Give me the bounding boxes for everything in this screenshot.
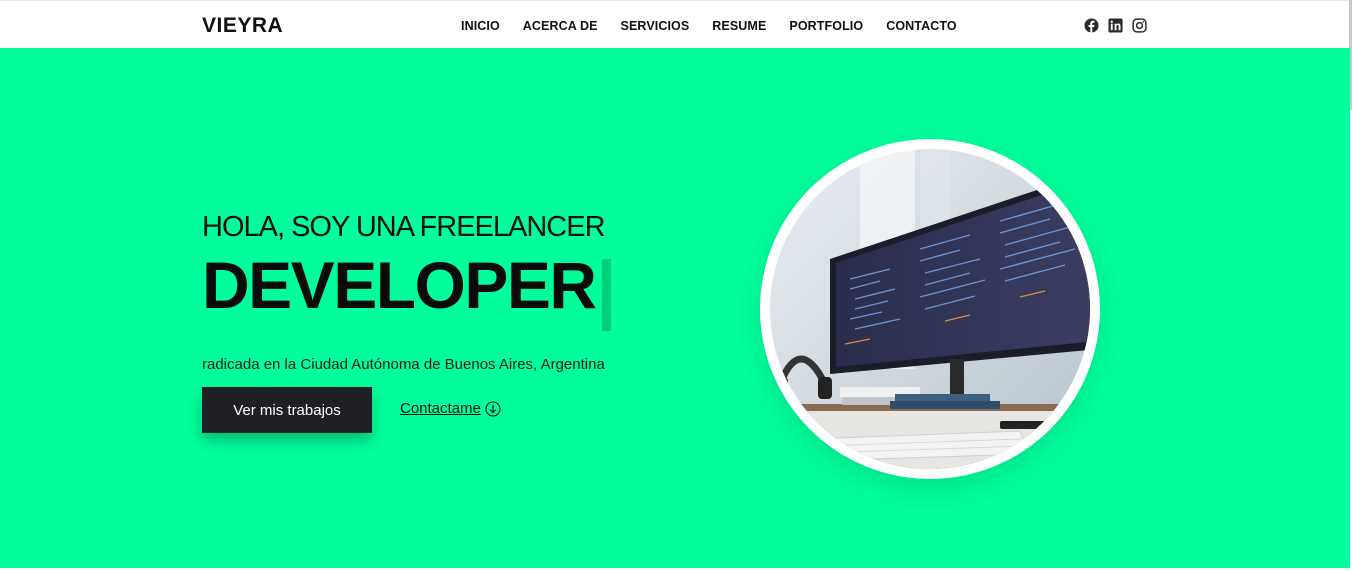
hero-subtitle: radicada en la Ciudad Autónoma de Buenos… — [202, 356, 605, 373]
nav-link-contacto[interactable]: CONTACTO — [886, 19, 956, 33]
hero-title: DEVELOPER — [202, 248, 597, 322]
facebook-icon[interactable] — [1084, 18, 1099, 33]
brand-logo[interactable]: VIEYRA — [202, 14, 283, 38]
nav-link-resume[interactable]: RESUME — [712, 19, 766, 33]
navbar: VIEYRA INICIO ACERCA DE SERVICIOS RESUME… — [0, 0, 1352, 48]
hero-section: HOLA, SOY UNA FREELANCER DEVELOPER radic… — [0, 48, 1350, 568]
profile-photo-frame — [760, 139, 1100, 479]
view-work-button[interactable]: Ver mis trabajos — [202, 387, 372, 433]
nav-link-portfolio[interactable]: PORTFOLIO — [789, 19, 863, 33]
nav-link-servicios[interactable]: SERVICIOS — [621, 19, 690, 33]
hero-eyebrow: HOLA, SOY UNA FREELANCER — [202, 211, 606, 243]
nav-link-inicio[interactable]: INICIO — [461, 19, 500, 33]
nav-link-acerca-de[interactable]: ACERCA DE — [523, 19, 598, 33]
contact-link-label: Contactame — [400, 400, 481, 417]
developer-workstation-image — [770, 149, 1090, 469]
social-links — [1084, 18, 1147, 33]
contact-link[interactable]: Contactame — [400, 400, 501, 417]
linkedin-icon[interactable] — [1108, 18, 1123, 33]
typing-cursor — [602, 259, 611, 331]
instagram-icon[interactable] — [1132, 18, 1147, 33]
arrow-down-circle-icon — [485, 400, 501, 417]
main-nav: INICIO ACERCA DE SERVICIOS RESUME PORTFO… — [461, 19, 980, 33]
